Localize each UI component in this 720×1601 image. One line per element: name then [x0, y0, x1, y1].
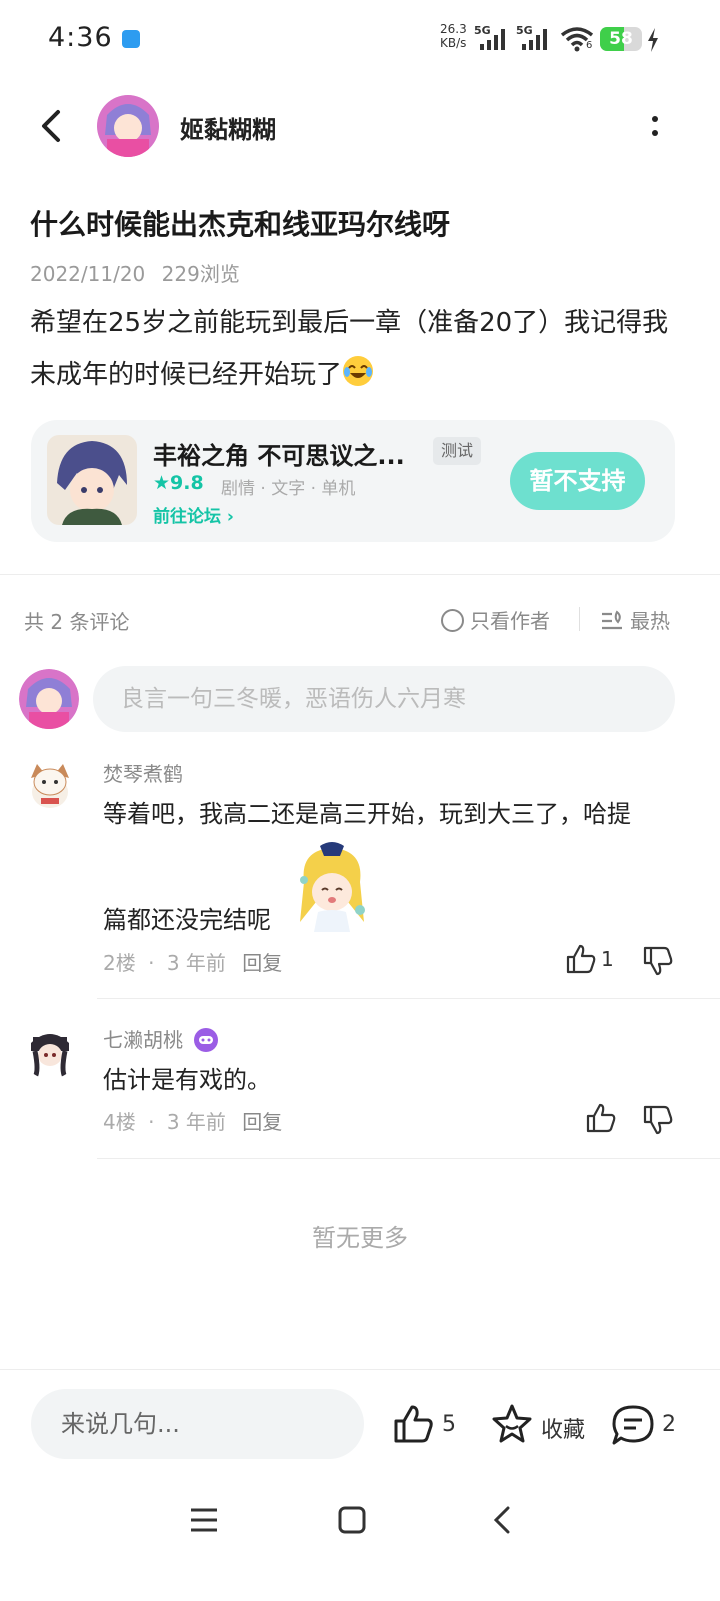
- like-count: 1: [601, 947, 614, 971]
- status-time: 4:36: [48, 22, 113, 53]
- only-author-label: 只看作者: [470, 609, 550, 633]
- sticker-image: [290, 842, 374, 936]
- cell-signal-icon: 5G: [474, 24, 514, 52]
- menu-nav-button[interactable]: [188, 1500, 220, 1540]
- author-avatar[interactable]: [97, 95, 159, 157]
- comment-meta: 2楼 · 3 年前 回复: [103, 951, 283, 975]
- game-genres: 剧情 · 文字 · 单机: [221, 479, 356, 499]
- forum-link[interactable]: 前往论坛 ›: [153, 502, 234, 527]
- post-body: 希望在25岁之前能玩到最后一章（准备20了）我记得我未成年的时候已经开始玩了: [30, 297, 680, 401]
- comment-meta-2: 4楼 · 3 年前 回复: [103, 1110, 283, 1134]
- comment-username[interactable]: 焚琴煮鹤: [103, 758, 183, 787]
- comment-username-2[interactable]: 七濑胡桃: [103, 1024, 219, 1053]
- network-speed: 26.3 KB/s: [440, 22, 467, 50]
- comment-divider: [97, 998, 720, 999]
- comment-divider-2: [97, 1158, 720, 1159]
- no-more-label: 暂无更多: [312, 1224, 408, 1252]
- home-nav-button[interactable]: [336, 1500, 368, 1540]
- gamepad-badge-icon: [193, 1028, 219, 1052]
- network-speed-unit: KB/s: [440, 36, 467, 50]
- charging-icon: [646, 28, 660, 52]
- radio-icon: [441, 609, 464, 632]
- battery-level: 58: [609, 29, 633, 49]
- back-nav-button[interactable]: [488, 1500, 520, 1540]
- more-options-icon[interactable]: [640, 104, 670, 148]
- commenter-avatar[interactable]: [21, 756, 79, 814]
- post-like-count: 5: [442, 1412, 456, 1437]
- wifi-sub: 6: [586, 40, 593, 51]
- cell-signal-icon-2: 5G: [516, 24, 556, 52]
- comment-username-2-label: 七濑胡桃: [103, 1028, 183, 1052]
- post-views: 229浏览: [161, 262, 240, 286]
- only-author-toggle[interactable]: 只看作者: [441, 605, 550, 634]
- comment-time-2: 3 年前: [166, 1110, 226, 1134]
- comment-count: 共 2 条评论: [24, 610, 130, 634]
- network-speed-value: 26.3: [440, 22, 467, 36]
- sort-hot-button[interactable]: 最热: [600, 605, 670, 634]
- app-notification-icon: [122, 30, 140, 48]
- sort-icon: [600, 610, 624, 632]
- author-name[interactable]: 姬黏糊糊: [180, 110, 276, 145]
- favorite-star-icon[interactable]: [490, 1402, 534, 1446]
- comment-text-line2: 篇都还没完结呢: [103, 906, 271, 934]
- commenter-avatar-2[interactable]: [21, 1021, 79, 1079]
- my-avatar: [19, 669, 79, 729]
- thumbs-down-icon-2[interactable]: [642, 1104, 674, 1136]
- post-title: 什么时候能出杰克和线亚玛尔线呀: [30, 208, 451, 241]
- sort-label: 最热: [630, 609, 670, 633]
- laughing-emoji-icon: [342, 353, 374, 386]
- game-score: ★9.8: [153, 472, 204, 494]
- comment-floor-2: 4楼: [103, 1110, 136, 1134]
- thumbs-up-icon[interactable]: [565, 943, 597, 975]
- thumbs-down-icon[interactable]: [642, 945, 674, 977]
- post-comment-count: 2: [662, 1412, 676, 1437]
- comment-bubble-icon[interactable]: [610, 1403, 656, 1447]
- unsupported-button[interactable]: 暂不支持: [510, 452, 645, 510]
- game-cover-image[interactable]: [47, 435, 137, 525]
- thumbs-up-icon-2[interactable]: [585, 1102, 617, 1134]
- bottom-bar-divider: [0, 1369, 720, 1370]
- comment-text-2: 估计是有戏的。: [103, 1066, 271, 1094]
- comment-input[interactable]: 良言一句三冬暖，恶语伤人六月寒: [93, 666, 675, 732]
- section-divider: [0, 574, 720, 575]
- post-date: 2022/11/20: [30, 262, 146, 286]
- favorite-label[interactable]: 收藏: [541, 1412, 585, 1444]
- game-tag: 测试: [433, 437, 482, 465]
- reply-button[interactable]: 回复: [242, 951, 282, 975]
- game-title[interactable]: 丰裕之角 不可思议之...: [153, 436, 405, 471]
- comment-time: 3 年前: [166, 951, 226, 975]
- comment-floor: 2楼: [103, 951, 136, 975]
- bottom-comment-input[interactable]: 来说几句...: [31, 1389, 364, 1459]
- back-button[interactable]: [34, 104, 74, 148]
- battery-indicator: 58: [600, 27, 642, 51]
- like-post-icon[interactable]: [392, 1403, 434, 1445]
- vertical-separator: [579, 607, 580, 631]
- post-meta: 2022/11/20 229浏览: [30, 258, 240, 287]
- wifi-icon: 6: [560, 26, 596, 52]
- reply-button-2[interactable]: 回复: [242, 1110, 282, 1134]
- comment-text: 等着吧，我高二还是高三开始，玩到大三了，哈提: [103, 800, 631, 828]
